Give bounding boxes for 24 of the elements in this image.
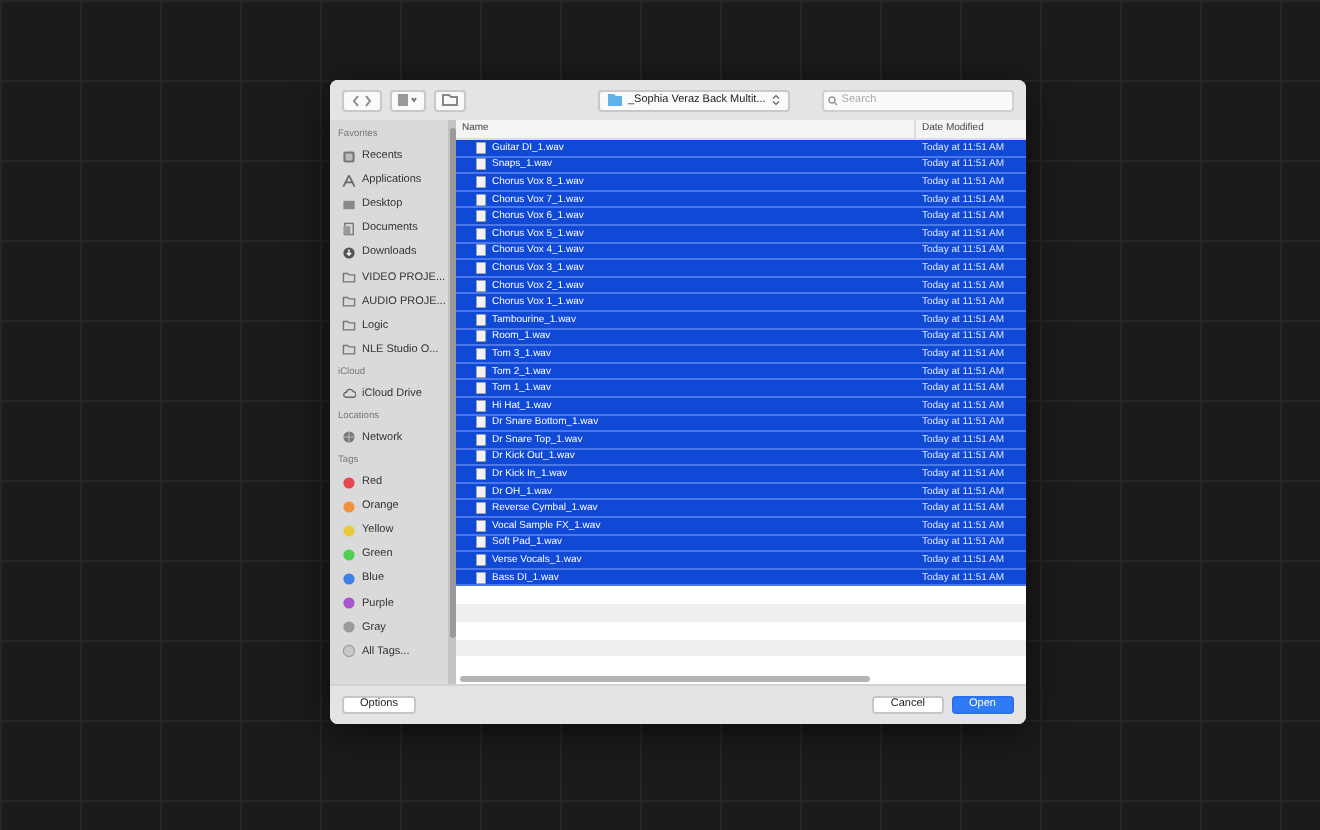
view-options-button[interactable] (390, 89, 426, 111)
globe-icon (342, 430, 356, 445)
tag-dot-icon (342, 596, 356, 611)
tag-dot-icon (342, 547, 356, 562)
new-folder-button[interactable] (434, 89, 466, 111)
tag-dot-icon (342, 475, 356, 490)
chevrons-icon (350, 93, 374, 107)
tag-dot-icon (342, 571, 356, 586)
folder-icon (442, 94, 458, 106)
view-icon (398, 94, 418, 106)
stepper-icon (771, 94, 780, 106)
tags-icon (342, 644, 356, 659)
tag-dot-icon (342, 523, 356, 538)
sidebar-scrollbar[interactable] (448, 120, 456, 684)
folder-icon (608, 94, 622, 106)
cloud-icon (342, 386, 356, 401)
document-icon (342, 221, 356, 236)
search-icon (827, 95, 838, 105)
tag-dot-icon (342, 499, 356, 514)
applications-icon (342, 173, 356, 188)
download-icon (342, 245, 356, 260)
desktop-icon (342, 197, 356, 212)
back-forward-button[interactable] (342, 89, 382, 111)
tag-dot-icon (342, 620, 356, 635)
